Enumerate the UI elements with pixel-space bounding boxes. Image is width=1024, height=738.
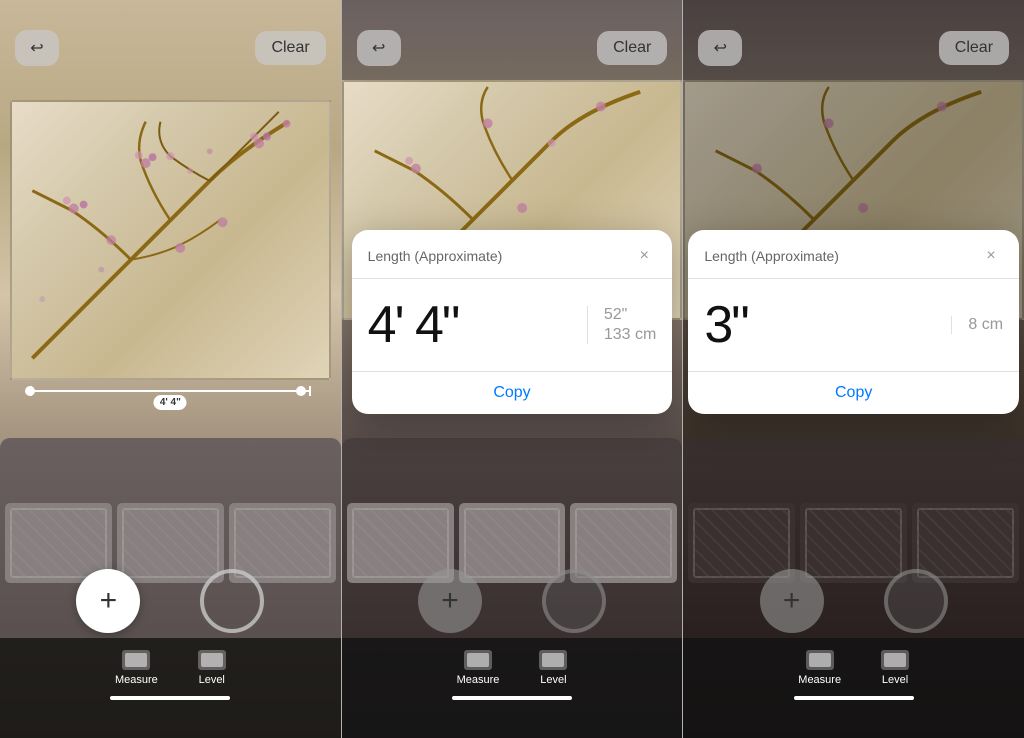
add-point-button-2[interactable]: +	[418, 569, 482, 633]
measure-line: 4' 4"	[30, 390, 311, 392]
level-tab-label-2: Level	[540, 674, 566, 686]
back-button-1[interactable]: ↩	[15, 30, 59, 66]
measure-dot-start	[25, 386, 35, 396]
bottom-bar-3: Measure Level	[683, 638, 1024, 738]
panel-1: 4' 4" ↩ Clear + Measure Level	[0, 0, 341, 738]
divider-2-3	[682, 0, 683, 738]
measure-label: 4' 4"	[154, 395, 187, 410]
level-tab-label-1: Level	[199, 674, 225, 686]
top-bar-3: ↩ Clear	[683, 0, 1024, 85]
popup-close-button-3[interactable]: ×	[979, 244, 1003, 268]
measure-tab-1[interactable]: Measure	[115, 650, 158, 686]
back-button-3[interactable]: ↩	[698, 30, 742, 66]
popup-secondary-cm-3: 8 cm	[968, 316, 1003, 334]
bottom-tabs-2: Measure Level	[457, 650, 568, 686]
action-buttons-2: +	[342, 569, 683, 633]
measurement-popup-3: Length (Approximate) × 3" 8 cm Copy	[688, 230, 1019, 414]
measure-tab-icon-2	[464, 650, 492, 670]
clear-button-3[interactable]: Clear	[939, 31, 1009, 65]
divider-1-2	[341, 0, 342, 738]
measure-tab-2[interactable]: Measure	[457, 650, 500, 686]
measure-tab-3[interactable]: Measure	[798, 650, 841, 686]
clear-button-1[interactable]: Clear	[255, 31, 325, 65]
popup-footer-3: Copy	[688, 371, 1019, 414]
measure-tab-icon-3	[806, 650, 834, 670]
clear-button-2[interactable]: Clear	[597, 31, 667, 65]
level-tab-icon-2	[539, 650, 567, 670]
level-tab-icon	[198, 650, 226, 670]
top-bar-1: ↩ Clear	[0, 0, 341, 85]
copy-button-2[interactable]: Copy	[493, 384, 530, 402]
popup-close-button-2[interactable]: ×	[632, 244, 656, 268]
level-tab-3[interactable]: Level	[881, 650, 909, 686]
popup-body-3: 3" 8 cm	[688, 279, 1019, 371]
wall-painting-1	[10, 100, 331, 380]
shutter-button-1[interactable]	[200, 569, 264, 633]
level-tab-1[interactable]: Level	[198, 650, 226, 686]
popup-footer-2: Copy	[352, 371, 673, 414]
popup-header-3: Length (Approximate) ×	[688, 230, 1019, 279]
level-tab-2[interactable]: Level	[539, 650, 567, 686]
panel-3: ↩ Clear Length (Approximate) × 3" 8 cm C…	[683, 0, 1024, 738]
copy-button-3[interactable]: Copy	[835, 384, 872, 402]
measure-tab-label-2: Measure	[457, 674, 500, 686]
measure-tab-label-3: Measure	[798, 674, 841, 686]
action-buttons-3: +	[683, 569, 1024, 633]
bottom-tabs-1: Measure Level	[115, 650, 226, 686]
measure-tab-label-1: Measure	[115, 674, 158, 686]
measure-dot-end	[296, 386, 306, 396]
panel-2: ↩ Clear Length (Approximate) × 4' 4" 52"…	[342, 0, 683, 738]
popup-main-value-3: 3"	[704, 295, 951, 355]
add-point-button-1[interactable]: +	[76, 569, 140, 633]
bottom-tabs-3: Measure Level	[798, 650, 909, 686]
popup-title-2: Length (Approximate)	[368, 248, 503, 264]
back-button-2[interactable]: ↩	[357, 30, 401, 66]
shutter-button-3[interactable]	[884, 569, 948, 633]
popup-secondary-2: 52" 133 cm	[587, 306, 656, 344]
bottom-bar-1: Measure Level	[0, 638, 341, 738]
popup-header-2: Length (Approximate) ×	[352, 230, 673, 279]
level-tab-icon-3	[881, 650, 909, 670]
home-indicator-2	[452, 696, 572, 700]
measure-tab-icon	[122, 650, 150, 670]
popup-secondary-3: 8 cm	[951, 316, 1003, 334]
level-tab-label-3: Level	[882, 674, 908, 686]
popup-title-3: Length (Approximate)	[704, 248, 839, 264]
measurement-popup-2: Length (Approximate) × 4' 4" 52" 133 cm …	[352, 230, 673, 414]
shutter-button-2[interactable]	[542, 569, 606, 633]
home-indicator-1	[110, 696, 230, 700]
popup-main-value-2: 4' 4"	[368, 295, 587, 355]
top-bar-2: ↩ Clear	[342, 0, 683, 85]
action-buttons-1: +	[0, 569, 341, 633]
home-indicator-3	[794, 696, 914, 700]
popup-secondary-inches-2: 52"	[604, 306, 627, 324]
popup-body-2: 4' 4" 52" 133 cm	[352, 279, 673, 371]
bottom-bar-2: Measure Level	[342, 638, 683, 738]
popup-secondary-cm-2: 133 cm	[604, 326, 656, 344]
add-point-button-3[interactable]: +	[760, 569, 824, 633]
